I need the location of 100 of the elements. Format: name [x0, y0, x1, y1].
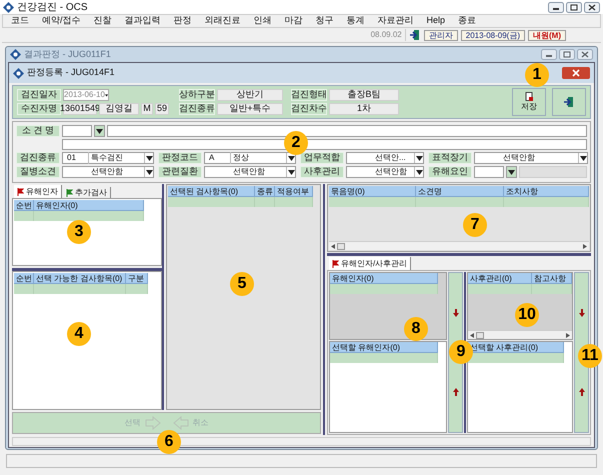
column-header[interactable]: 묶음명(0) — [329, 186, 416, 197]
field-label: 검진형태 — [291, 89, 327, 101]
field-value: 13601549 — [63, 103, 97, 115]
dropdown-button[interactable] — [506, 166, 517, 178]
column-header[interactable]: 참고사항 — [532, 273, 572, 284]
up-arrow-icon[interactable] — [452, 388, 458, 396]
window-title: 판정등록 - JUG014F1 — [27, 66, 115, 80]
version-text: 08.09.02 — [370, 29, 406, 41]
dropdown-field[interactable]: A 정상 — [204, 152, 296, 164]
up-arrow-icon[interactable] — [578, 388, 584, 396]
dropdown-field[interactable]: 01 특수검진 — [62, 152, 154, 164]
field-value: 일반+특수 — [217, 103, 283, 115]
scroll-right-icon[interactable] — [583, 244, 587, 248]
grid-cell — [255, 197, 275, 207]
menu-item[interactable]: 자료관리 — [378, 14, 414, 28]
column-header[interactable]: 종류 — [255, 186, 275, 197]
dropdown-caret-icon — [580, 156, 586, 160]
menu-item[interactable]: 인쇄 — [254, 14, 272, 28]
tab-label: 추가검사 — [75, 186, 107, 198]
column-header[interactable]: 순번 — [14, 273, 34, 284]
tab-label: 유해인자 — [26, 186, 58, 198]
field-label: 검진차수 — [291, 103, 327, 115]
dropdown-field[interactable]: 선택안함 — [474, 152, 588, 164]
dropdown-caret-icon — [104, 92, 108, 98]
document-icon — [524, 92, 534, 100]
scroll-left-icon[interactable] — [331, 244, 335, 248]
menu-item[interactable]: 결과입력 — [124, 14, 161, 28]
tab-label: 유해인자/사후관리 — [341, 258, 408, 270]
column-header[interactable]: 유해인자(0) — [330, 273, 438, 284]
menu-item[interactable]: 예약/접수 — [42, 14, 81, 28]
column-header[interactable]: 조치사항 — [504, 186, 589, 197]
dropdown-field[interactable]: 선택안함 — [346, 166, 424, 178]
field-value: 59 — [155, 103, 169, 115]
scroll-left-icon[interactable] — [470, 332, 474, 338]
field-value: 1차 — [329, 103, 399, 115]
menu-item[interactable]: 코드 — [11, 14, 29, 28]
right-arrow-icon — [144, 416, 161, 430]
date-label: 2013-08-09(금) — [460, 30, 525, 40]
field-label: 검진종류 — [16, 152, 60, 164]
finding-name-field[interactable] — [107, 125, 587, 137]
scroll-right-icon[interactable] — [566, 332, 570, 338]
finding-code-field[interactable] — [62, 125, 92, 137]
exit-button[interactable] — [552, 88, 586, 116]
menu-item[interactable]: 종료 — [458, 14, 476, 28]
field-label: 표적장기 — [428, 152, 472, 164]
exit-door-icon — [563, 96, 575, 108]
column-header[interactable]: 구분 — [126, 273, 148, 284]
grid-cell — [14, 211, 34, 221]
field-value: M — [141, 103, 153, 115]
column-header[interactable]: 순번 — [14, 200, 34, 211]
save-button[interactable]: 저장 — [512, 88, 546, 116]
menu-item[interactable]: 통계 — [346, 14, 365, 28]
down-arrow-icon[interactable] — [452, 308, 458, 317]
scroll-thumb[interactable] — [337, 242, 345, 250]
left-arrow-icon — [172, 416, 189, 430]
field-label: 수진자명 — [17, 103, 61, 115]
dropdown-button[interactable] — [94, 125, 105, 137]
grid-cell — [14, 284, 34, 294]
diamond-logo-icon — [10, 49, 21, 60]
user-label: 관리자 — [424, 30, 458, 40]
dropdown-caret-icon — [508, 170, 515, 174]
grid-cell — [275, 197, 313, 207]
dropdown-field[interactable]: 선택안함 — [62, 166, 154, 178]
column-header[interactable]: 소견명 — [416, 186, 504, 197]
dropdown-caret-icon — [146, 170, 152, 174]
field-label: 검진일자 — [17, 89, 61, 101]
code-input-field[interactable] — [474, 166, 504, 178]
field-label: 소 견 명 — [16, 125, 60, 137]
dropdown-field[interactable]: 선택안... — [346, 152, 424, 164]
tab[interactable]: 유해인자/사후관리 — [329, 257, 412, 270]
date-picker[interactable]: 2013-06-10 — [63, 89, 109, 101]
column-header[interactable]: 사후관리(0) — [468, 273, 532, 284]
tab[interactable]: 유해인자 — [14, 185, 62, 198]
field-label: 관련질환 — [158, 166, 202, 178]
column-header[interactable]: 선택할 사후관리(0) — [468, 342, 564, 353]
scroll-thumb[interactable] — [476, 332, 484, 338]
field-value: 출장B팀 — [329, 89, 399, 101]
menu-item[interactable]: 판정 — [174, 14, 192, 28]
column-header[interactable]: 유해인자(0) — [34, 200, 144, 211]
minimize-icon[interactable] — [548, 2, 564, 12]
grid-cell — [126, 284, 148, 294]
flag-icon — [66, 188, 73, 196]
column-header[interactable]: 선택된 검사항목(0) — [168, 186, 255, 197]
dropdown-field[interactable]: 선택안함 — [204, 166, 296, 178]
close-icon[interactable] — [584, 2, 600, 12]
menu-item[interactable]: 마감 — [284, 14, 303, 28]
menu-item[interactable]: 진찰 — [94, 14, 112, 28]
app-title: 건강검진 - OCS — [17, 0, 88, 14]
column-header[interactable]: 적용여부 — [275, 186, 313, 197]
visit-label: 내원(M) — [528, 30, 566, 40]
down-arrow-icon[interactable] — [578, 308, 584, 317]
column-header[interactable]: 선택 가능한 검사항목(0) — [34, 273, 126, 284]
flag-icon — [17, 188, 24, 196]
menu-item[interactable]: Help — [426, 14, 446, 28]
field-label: 사후관리 — [300, 166, 344, 178]
column-header[interactable]: 선택할 유해인자(0) — [330, 342, 438, 353]
menu-item[interactable]: 외래진료 — [204, 14, 241, 28]
maximize-icon[interactable] — [566, 2, 582, 12]
name-display-field — [519, 166, 587, 178]
menu-item[interactable]: 청구 — [316, 14, 334, 28]
